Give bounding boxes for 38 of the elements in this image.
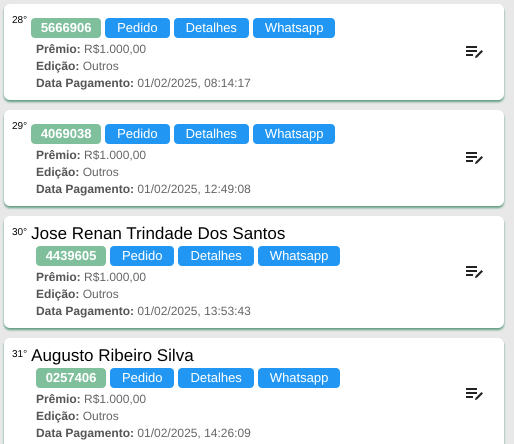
action-button[interactable]: Whatsapp	[252, 124, 336, 144]
info-line: Prêmio: R$1.000,00	[36, 147, 148, 164]
info-line: Data Pagamento: 01/02/2025, 08:14:17	[36, 75, 252, 92]
rank-number: 30°	[12, 226, 28, 240]
info-line: Prêmio: R$1.000,00	[36, 41, 148, 58]
action-button[interactable]: Detalhes	[174, 18, 249, 38]
action-button[interactable]: Pedido	[105, 124, 170, 144]
info-line: Data Pagamento: 01/02/2025, 12:49:08	[36, 181, 252, 198]
edit-list-icon[interactable]	[466, 265, 484, 279]
info-line: Edição: Outros	[36, 164, 120, 181]
customer-name: Augusto Ribeiro Silva	[31, 346, 194, 366]
action-button[interactable]: Detalhes	[178, 368, 254, 388]
edit-list-icon[interactable]	[466, 151, 484, 165]
info-line: Edição: Outros	[36, 286, 120, 303]
action-button[interactable]: Whatsapp	[252, 18, 336, 38]
customer-name: Jose Renan Trindade Dos Santos	[31, 224, 286, 244]
rank-number: 29°	[12, 120, 28, 134]
action-button[interactable]: Detalhes	[174, 124, 249, 144]
info-line: Prêmio: R$1.000,00	[36, 391, 148, 408]
action-button[interactable]: Pedido	[105, 18, 170, 38]
action-button[interactable]: Whatsapp	[258, 368, 340, 388]
code-badge: 5666906	[31, 18, 102, 38]
rank-number: 31°	[12, 348, 28, 362]
rank-number: 28°	[12, 14, 28, 28]
info-line: Data Pagamento: 01/02/2025, 14:26:09	[36, 425, 252, 442]
action-button[interactable]: Whatsapp	[258, 246, 340, 266]
action-button[interactable]: Pedido	[110, 246, 174, 266]
info-line: Edição: Outros	[36, 58, 120, 75]
action-button[interactable]: Detalhes	[178, 246, 254, 266]
action-button[interactable]: Pedido	[110, 368, 174, 388]
code-badge: 4439605	[36, 246, 106, 266]
info-line: Prêmio: R$1.000,00	[36, 269, 148, 286]
info-line: Edição: Outros	[36, 408, 120, 425]
edit-list-icon[interactable]	[466, 45, 484, 59]
info-line: Data Pagamento: 01/02/2025, 13:53:43	[36, 303, 252, 320]
code-badge: 4069038	[31, 124, 102, 144]
edit-list-icon[interactable]	[466, 387, 484, 401]
code-badge: 0257406	[36, 368, 106, 388]
